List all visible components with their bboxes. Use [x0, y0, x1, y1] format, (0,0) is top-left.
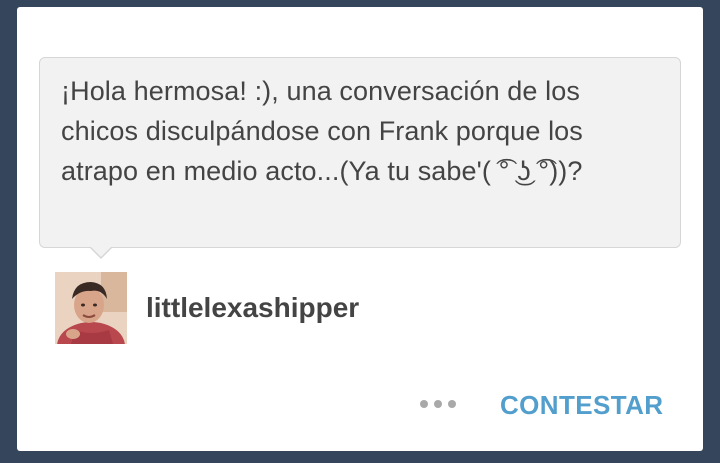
more-options-button[interactable]	[417, 392, 459, 416]
ellipsis-dot	[434, 400, 442, 408]
ellipsis-icon	[420, 400, 428, 408]
ask-card: ¡Hola hermosa! :), una conversación de l…	[17, 7, 703, 451]
question-bubble: ¡Hola hermosa! :), una conversación de l…	[39, 57, 681, 248]
avatar-photo-icon	[55, 272, 127, 344]
asker-avatar[interactable]	[55, 272, 127, 344]
asker-username[interactable]: littlelexashipper	[146, 290, 359, 326]
reply-button[interactable]: CONTESTAR	[500, 388, 663, 422]
question-text: ¡Hola hermosa! :), una conversación de l…	[61, 76, 583, 186]
ellipsis-dot	[448, 400, 456, 408]
